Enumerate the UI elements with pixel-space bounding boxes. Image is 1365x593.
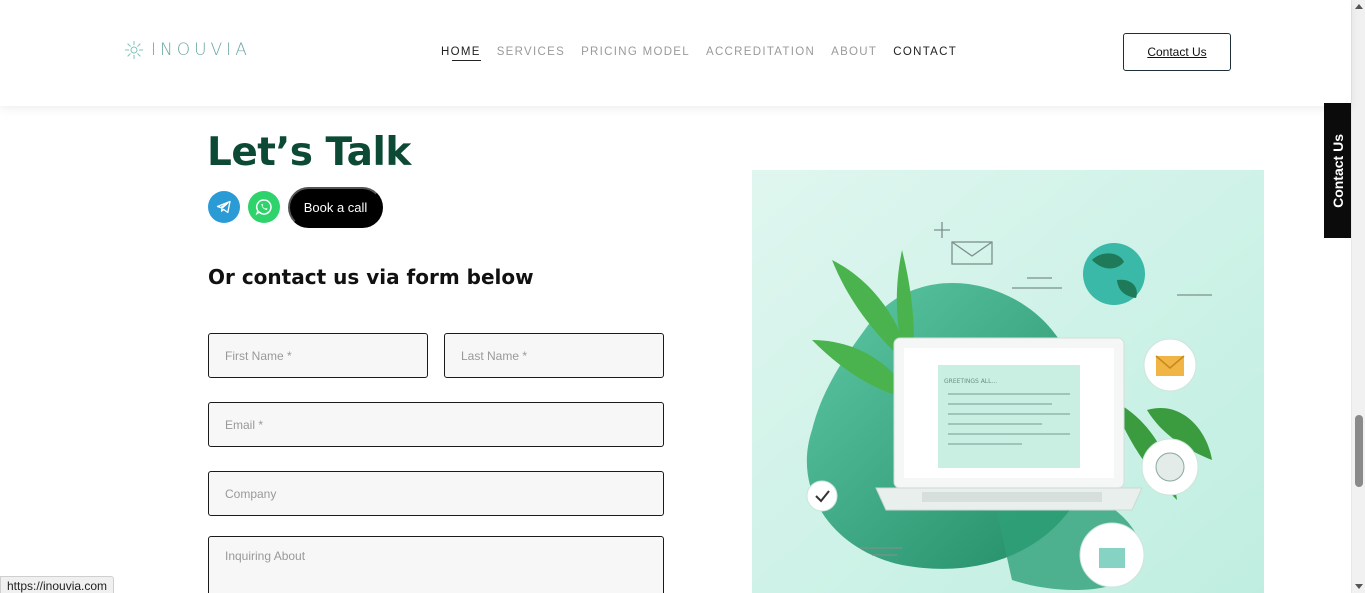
first-name-field[interactable]	[208, 333, 428, 378]
nav-contact[interactable]: CONTACT	[893, 46, 957, 58]
email-field[interactable]	[208, 402, 664, 447]
book-a-call-button[interactable]: Book a call	[288, 187, 383, 228]
page-scrollbar[interactable]	[1351, 0, 1365, 593]
telegram-button[interactable]	[208, 191, 240, 223]
nav-about[interactable]: ABOUT	[831, 46, 877, 58]
side-contact-tab-label: Contact Us	[1329, 133, 1346, 208]
nav-home[interactable]: HOME	[441, 46, 481, 61]
side-contact-tab[interactable]: Contact Us	[1324, 103, 1351, 238]
site-header: INOUVIA HOME SERVICES PRICING MODEL ACCR…	[0, 0, 1351, 106]
nav-accreditation[interactable]: ACCREDITATION	[706, 46, 815, 58]
company-field[interactable]	[208, 471, 664, 516]
screen-text: GREETINGS ALL...	[944, 378, 997, 385]
logo-mark-icon	[125, 41, 143, 59]
page-title: Let’s Talk	[207, 130, 411, 175]
main-nav: HOME SERVICES PRICING MODEL ACCREDITATIO…	[441, 46, 957, 61]
page: INOUVIA HOME SERVICES PRICING MODEL ACCR…	[0, 0, 1365, 593]
nav-pricing-model[interactable]: PRICING MODEL	[581, 46, 690, 58]
nav-services[interactable]: SERVICES	[497, 46, 565, 58]
scroll-up-arrow-icon[interactable]	[1355, 4, 1363, 9]
logo-text: INOUVIA	[151, 40, 251, 60]
browser-status-bar: https://inouvia.com	[0, 576, 115, 593]
whatsapp-button[interactable]	[248, 191, 280, 223]
logo[interactable]: INOUVIA	[124, 40, 251, 60]
inquiring-about-field[interactable]	[208, 536, 664, 593]
scroll-down-arrow-icon[interactable]	[1355, 584, 1363, 589]
contact-us-button[interactable]: Contact Us	[1123, 33, 1231, 71]
form-subheading: Or contact us via form below	[208, 265, 534, 289]
contact-illustration: GREETINGS ALL...	[752, 170, 1264, 593]
last-name-field[interactable]	[444, 333, 664, 378]
telegram-icon	[216, 200, 231, 214]
whatsapp-icon	[255, 199, 272, 216]
scroll-thumb[interactable]	[1355, 415, 1363, 487]
